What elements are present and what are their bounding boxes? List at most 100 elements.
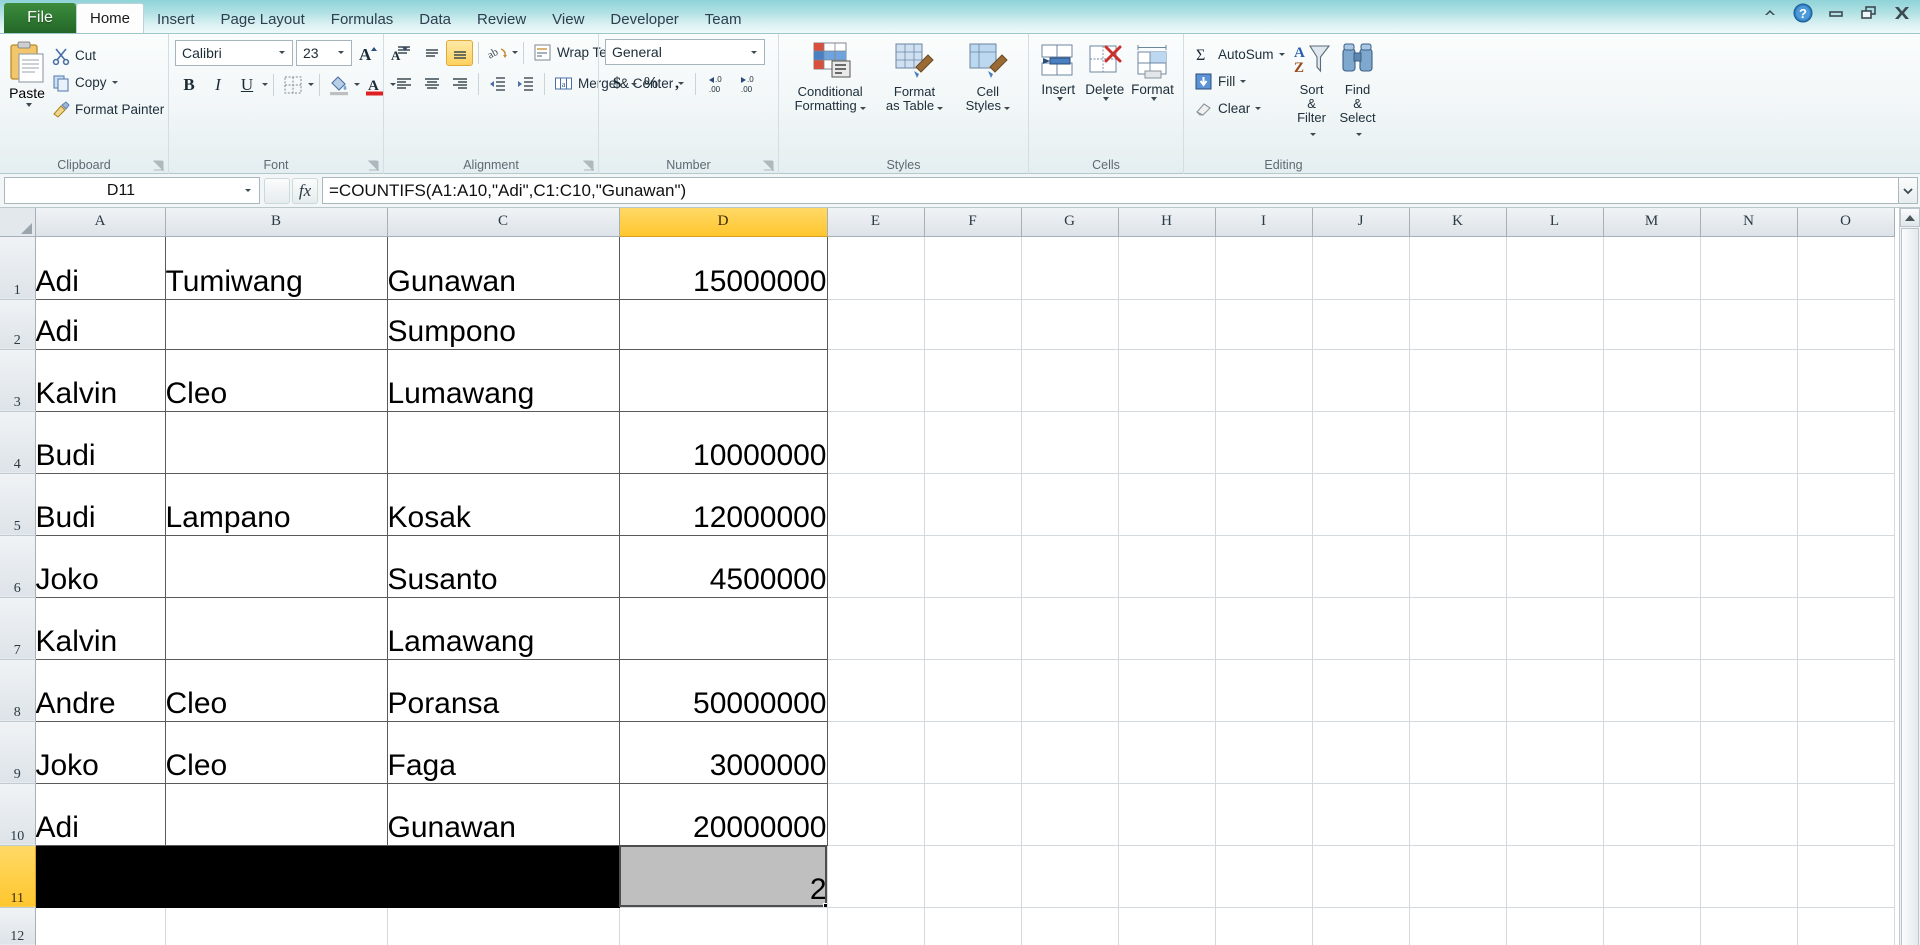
align-center-button[interactable] bbox=[418, 71, 445, 97]
cell-k9[interactable] bbox=[1409, 721, 1507, 784]
cell-i12[interactable] bbox=[1215, 907, 1313, 945]
cell-b12[interactable] bbox=[165, 907, 388, 945]
cell-n9[interactable] bbox=[1700, 721, 1798, 784]
cell-n10[interactable] bbox=[1700, 783, 1798, 846]
delete-cells-dropdown-caret[interactable] bbox=[1103, 97, 1110, 101]
conditional-formatting-button[interactable]: Conditional Formatting bbox=[788, 39, 872, 115]
underline-button[interactable]: U bbox=[233, 71, 261, 98]
cell-i7[interactable] bbox=[1215, 597, 1313, 660]
paste-dropdown-caret[interactable] bbox=[25, 103, 32, 107]
cell-j6[interactable] bbox=[1312, 535, 1410, 598]
cell-d3[interactable] bbox=[618, 348, 828, 412]
cell-l3[interactable] bbox=[1506, 349, 1604, 412]
cell-c4[interactable] bbox=[386, 410, 620, 474]
cell-l7[interactable] bbox=[1506, 597, 1604, 660]
cell-k11[interactable] bbox=[1409, 845, 1507, 908]
cell-j3[interactable] bbox=[1312, 349, 1410, 412]
cell-i9[interactable] bbox=[1215, 721, 1313, 784]
cell-k10[interactable] bbox=[1409, 783, 1507, 846]
cell-l10[interactable] bbox=[1506, 783, 1604, 846]
cell-styles-dropdown-caret[interactable] bbox=[1004, 107, 1011, 110]
cell-m4[interactable] bbox=[1603, 411, 1701, 474]
cell-h4[interactable] bbox=[1118, 411, 1216, 474]
number-format-combobox[interactable]: General bbox=[605, 39, 765, 65]
cell-a5[interactable]: Budi bbox=[34, 472, 166, 536]
cell-d5[interactable]: 12000000 bbox=[618, 472, 828, 536]
column-header-j[interactable]: J bbox=[1312, 208, 1410, 237]
cell-d2[interactable] bbox=[618, 298, 828, 350]
tab-developer[interactable]: Developer bbox=[597, 5, 691, 33]
cell-d6[interactable]: 4500000 bbox=[618, 534, 828, 598]
row-header-6[interactable]: 6 bbox=[0, 535, 36, 598]
column-header-e[interactable]: E bbox=[827, 208, 925, 237]
cell-j7[interactable] bbox=[1312, 597, 1410, 660]
cell-j11[interactable] bbox=[1312, 845, 1410, 908]
column-header-a[interactable]: A bbox=[35, 208, 166, 237]
row-header-10[interactable]: 10 bbox=[0, 783, 36, 846]
cell-b10[interactable] bbox=[164, 782, 388, 846]
cell-h3[interactable] bbox=[1118, 349, 1216, 412]
cell-l5[interactable] bbox=[1506, 473, 1604, 536]
cell-h10[interactable] bbox=[1118, 783, 1216, 846]
cell-a9[interactable]: Joko bbox=[34, 720, 166, 784]
cell-m3[interactable] bbox=[1603, 349, 1701, 412]
cell-c7[interactable]: Lamawang bbox=[386, 596, 620, 660]
help-icon[interactable]: ? bbox=[1791, 2, 1815, 24]
cell-k5[interactable] bbox=[1409, 473, 1507, 536]
restore-icon[interactable] bbox=[1857, 2, 1881, 24]
cell-b11[interactable] bbox=[164, 844, 388, 908]
delete-cells-button[interactable]: Delete bbox=[1082, 39, 1129, 103]
cell-f3[interactable] bbox=[924, 349, 1022, 412]
cell-i4[interactable] bbox=[1215, 411, 1313, 474]
cell-n2[interactable] bbox=[1700, 299, 1798, 350]
column-header-k[interactable]: K bbox=[1409, 208, 1507, 237]
cell-styles-button[interactable]: Cell Styles bbox=[957, 39, 1019, 115]
cell-i2[interactable] bbox=[1215, 299, 1313, 350]
cell-b4[interactable] bbox=[164, 410, 388, 474]
insert-cells-button[interactable]: Insert bbox=[1035, 39, 1082, 103]
minimize-icon[interactable] bbox=[1824, 2, 1848, 24]
cell-m10[interactable] bbox=[1603, 783, 1701, 846]
autosum-button[interactable]: Σ AutoSum bbox=[1190, 41, 1289, 68]
cell-h7[interactable] bbox=[1118, 597, 1216, 660]
cell-g9[interactable] bbox=[1021, 721, 1119, 784]
row-header-12[interactable]: 12 bbox=[0, 907, 36, 945]
column-header-g[interactable]: G bbox=[1021, 208, 1119, 237]
font-size-caret[interactable] bbox=[338, 51, 344, 54]
cell-m5[interactable] bbox=[1603, 473, 1701, 536]
find-select-button[interactable]: Find & Select bbox=[1335, 39, 1381, 141]
cell-o10[interactable] bbox=[1797, 783, 1895, 846]
font-size-combobox[interactable]: 23 bbox=[296, 39, 352, 66]
cell-e5[interactable] bbox=[827, 473, 925, 536]
cell-n5[interactable] bbox=[1700, 473, 1798, 536]
cell-o5[interactable] bbox=[1797, 473, 1895, 536]
cell-e10[interactable] bbox=[827, 783, 925, 846]
cell-c1[interactable]: Gunawan bbox=[386, 235, 620, 300]
cell-m1[interactable] bbox=[1603, 236, 1701, 300]
copy-dropdown-caret[interactable] bbox=[111, 81, 118, 84]
underline-dropdown-caret[interactable] bbox=[262, 83, 268, 86]
row-header-11[interactable]: 11 bbox=[0, 845, 36, 908]
cell-g11[interactable] bbox=[1021, 845, 1119, 908]
copy-button[interactable]: Copy bbox=[48, 69, 168, 96]
tab-file[interactable]: File bbox=[4, 3, 76, 33]
cell-c12[interactable] bbox=[387, 907, 620, 945]
column-header-l[interactable]: L bbox=[1506, 208, 1604, 237]
paste-button[interactable]: Paste bbox=[6, 39, 48, 107]
cell-o9[interactable] bbox=[1797, 721, 1895, 784]
font-name-combobox[interactable]: Calibri bbox=[175, 39, 293, 66]
vertical-scrollbar[interactable] bbox=[1899, 208, 1920, 945]
column-header-o[interactable]: O bbox=[1797, 208, 1895, 237]
cell-f4[interactable] bbox=[924, 411, 1022, 474]
cell-f2[interactable] bbox=[924, 299, 1022, 350]
cell-h8[interactable] bbox=[1118, 659, 1216, 722]
cell-h12[interactable] bbox=[1118, 907, 1216, 945]
tab-insert[interactable]: Insert bbox=[144, 5, 208, 33]
cell-i8[interactable] bbox=[1215, 659, 1313, 722]
cell-j5[interactable] bbox=[1312, 473, 1410, 536]
cell-l1[interactable] bbox=[1506, 236, 1604, 300]
vertical-scrollbar-thumb[interactable] bbox=[1901, 228, 1919, 945]
format-cells-button[interactable]: Format bbox=[1128, 39, 1177, 103]
fill-handle[interactable] bbox=[822, 902, 826, 906]
cell-d8[interactable]: 50000000 bbox=[618, 658, 828, 722]
